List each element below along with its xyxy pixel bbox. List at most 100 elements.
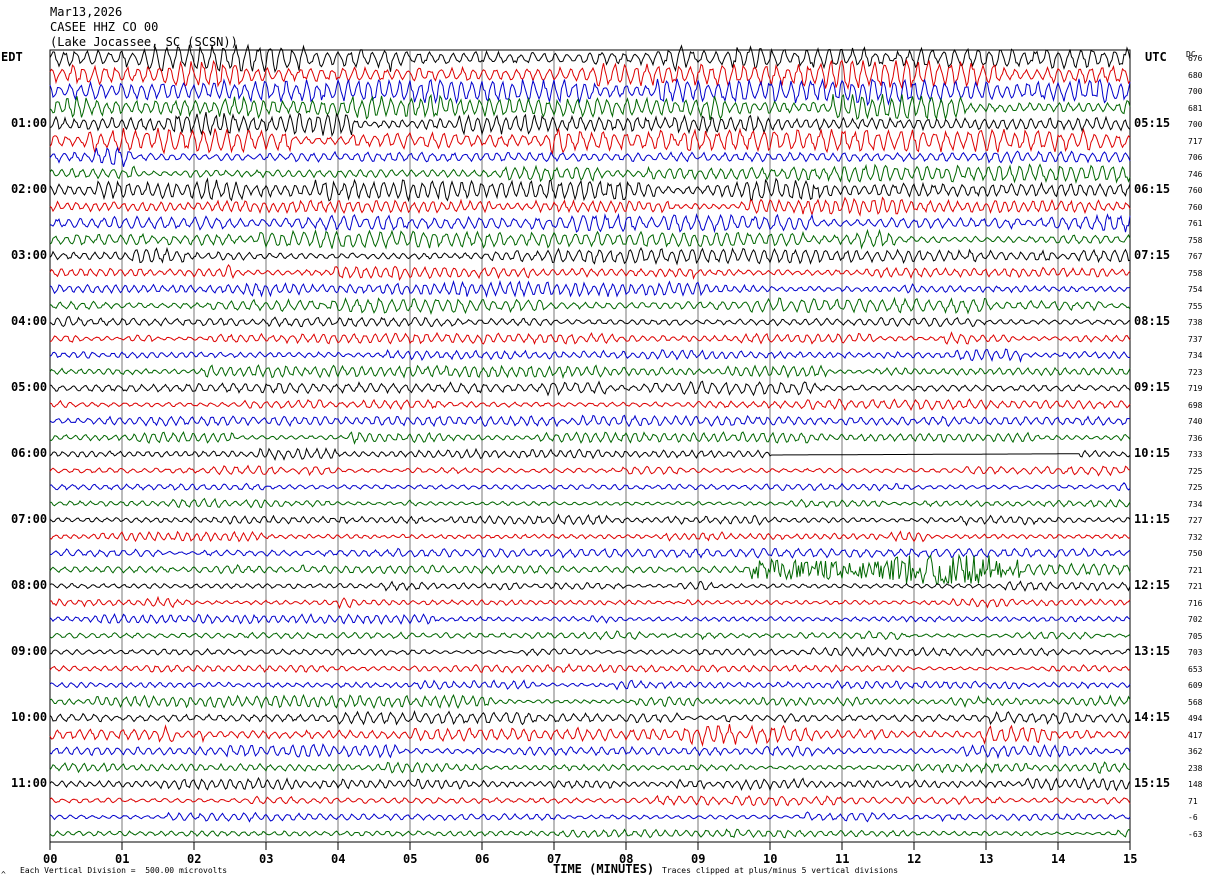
- right-timezone-label: UTC: [1145, 50, 1167, 64]
- x-tick-label: 02: [187, 852, 202, 866]
- dc-offset-label: 721: [1188, 565, 1203, 575]
- dc-offset-label: 706: [1188, 153, 1203, 162]
- x-tick-label: 04: [331, 852, 346, 866]
- dc-offset-label: 71: [1188, 796, 1198, 806]
- trace-line: [49, 828, 1131, 839]
- dc-offset-label: 725: [1188, 483, 1203, 492]
- x-tick-label: 15: [1123, 852, 1138, 866]
- trace-line: [49, 398, 1131, 412]
- trace-line: [49, 279, 1131, 298]
- trace-line: [49, 612, 1131, 625]
- dc-offset-label: 725: [1188, 466, 1203, 476]
- clip-note: Traces clipped at plus/minus 5 vertical …: [662, 866, 899, 875]
- left-hour-label: 06:00: [11, 446, 48, 460]
- trace-line: [49, 776, 1131, 792]
- dc-offset-label: 733: [1188, 450, 1203, 459]
- header-date: Mar13,2026: [50, 5, 123, 19]
- trace-line: [49, 724, 1131, 747]
- dc-offset-label: 716: [1188, 598, 1203, 608]
- dc-offset-label: 755: [1188, 301, 1203, 311]
- left-hour-label: 09:00: [11, 644, 48, 658]
- trace-line: [49, 710, 1131, 726]
- x-tick-label: 13: [979, 852, 994, 866]
- dc-offset-label: 702: [1188, 615, 1203, 624]
- left-hour-label: 02:00: [11, 182, 48, 196]
- scale-note: Each Vertical Division = 500.00 microvol…: [20, 866, 228, 875]
- dc-offset-label: 681: [1188, 103, 1203, 113]
- dc-offset-label: 700: [1188, 87, 1203, 96]
- dc-offset-label: 417: [1188, 730, 1203, 740]
- trace-line: [49, 228, 1131, 250]
- right-hour-label: 10:15: [1134, 446, 1171, 460]
- left-hour-label: 08:00: [11, 578, 48, 592]
- x-tick-label: 05: [403, 852, 418, 866]
- left-hour-label: 10:00: [11, 710, 48, 724]
- right-hour-label: 14:15: [1134, 710, 1171, 724]
- trace-line: [49, 348, 1130, 363]
- trace-line: [49, 163, 1131, 184]
- trace-line: [49, 146, 1131, 167]
- trace-line: [49, 58, 1131, 91]
- dc-offset-label: -63: [1188, 829, 1203, 839]
- x-tick-label: 14: [1051, 852, 1066, 866]
- left-hour-label: 04:00: [11, 314, 48, 328]
- trace-line: [49, 693, 1131, 709]
- right-hour-label: 07:15: [1134, 248, 1171, 262]
- trace-line: [49, 364, 1131, 380]
- dc-offset-label: 680: [1188, 70, 1203, 80]
- dc-offset-label: 717: [1188, 136, 1203, 146]
- dc-offset-label: 238: [1188, 763, 1203, 773]
- trace-line: [49, 595, 1131, 610]
- right-hour-label: 15:15: [1134, 776, 1171, 790]
- trace-line: [49, 743, 1131, 760]
- x-tick-label: 00: [43, 852, 58, 866]
- dc-offset-label: -6: [1188, 813, 1198, 822]
- dc-offset-label: 494: [1188, 714, 1203, 723]
- dc-offset-label: 653: [1188, 664, 1203, 674]
- trace-line: [49, 794, 1131, 807]
- dc-offset-label: 698: [1188, 400, 1203, 410]
- dc-offset-label: 750: [1188, 549, 1203, 558]
- header-station: CASEE HHZ CO 00: [50, 20, 159, 34]
- dc-offset-label: 734: [1188, 351, 1203, 360]
- right-hour-label: 06:15: [1134, 182, 1171, 196]
- dc-offset-label: 734: [1188, 499, 1203, 509]
- trace-line: [49, 482, 1131, 492]
- time-gridlines: [121, 50, 1059, 842]
- trace-line: [49, 127, 1131, 155]
- trace-line: [49, 663, 1131, 674]
- left-hour-label: 11:00: [11, 776, 48, 790]
- dc-offset-label: 727: [1188, 516, 1203, 525]
- x-tick-label: 06: [475, 852, 490, 866]
- trace-line: [49, 196, 1131, 217]
- dc-offset-label: 754: [1188, 285, 1203, 294]
- trace-line: [49, 530, 1131, 543]
- right-hour-label: 08:15: [1134, 314, 1171, 328]
- dc-offset-label: 746: [1188, 169, 1203, 179]
- trace-line: [49, 646, 1131, 657]
- left-timezone-label: EDT: [1, 50, 23, 64]
- dc-offset-label: 568: [1188, 697, 1203, 707]
- trace-line: [49, 431, 1131, 445]
- dc-offset-label: 723: [1188, 367, 1203, 377]
- trace-line: [49, 553, 1131, 585]
- trace-line: [49, 177, 1131, 203]
- trace-line: [49, 679, 1131, 691]
- dc-offset-label: 736: [1188, 433, 1203, 443]
- left-hour-label: 05:00: [11, 380, 48, 394]
- right-hour-label: 12:15: [1134, 578, 1171, 592]
- trace-line: [49, 331, 1131, 345]
- right-hour-label: 13:15: [1134, 644, 1171, 658]
- trace-line: [49, 497, 1131, 509]
- dc-offset-label: 737: [1188, 334, 1203, 344]
- left-hour-label: 03:00: [11, 248, 48, 262]
- dc-offset-label: 760: [1188, 186, 1203, 195]
- trace-line: [49, 380, 1131, 397]
- header-location: (Lake Jocassee, SC (SCSN)): [50, 35, 238, 49]
- right-hour-label: 09:15: [1134, 380, 1171, 394]
- trace-line: [49, 464, 1131, 477]
- dc-offset-label: 703: [1188, 648, 1203, 657]
- trace-line: [49, 580, 1131, 592]
- trace-line: [49, 414, 1131, 428]
- corner-mark: ^: [1, 870, 6, 879]
